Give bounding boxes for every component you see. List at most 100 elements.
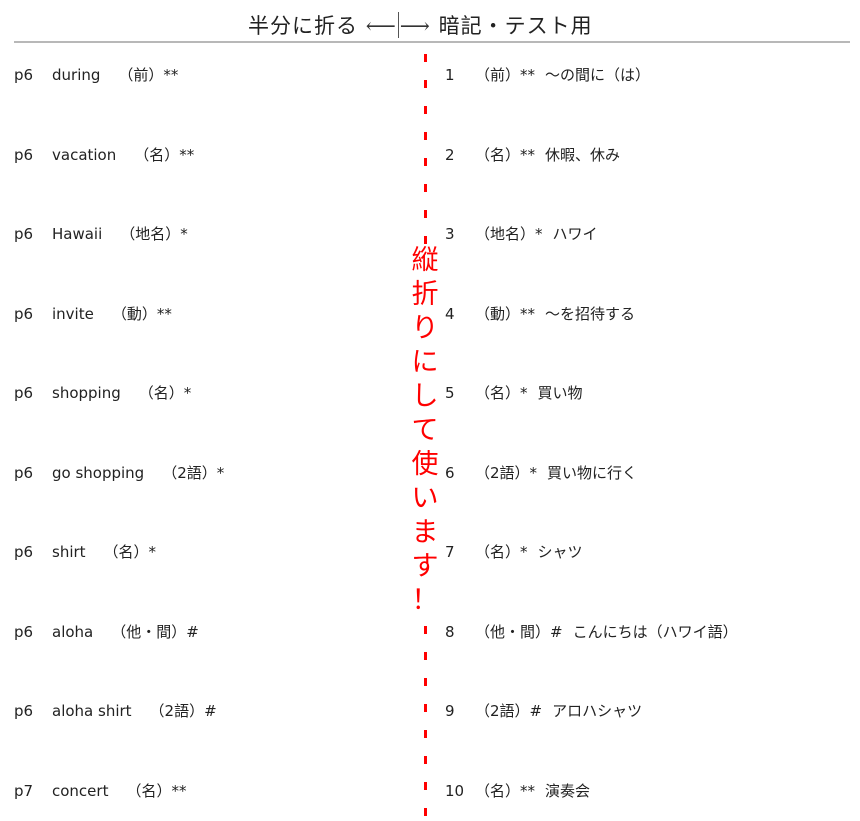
center-divider-mark <box>397 12 399 38</box>
fold-header: 半分に折る ⟵ ⟶ 暗記・テスト用 <box>0 6 860 40</box>
vocab-entry: p6 go shopping （2語）* <box>14 462 224 484</box>
fold-note-char: ま <box>411 517 439 548</box>
fold-instruction: 半分に折る ⟵ ⟶ 暗記・テスト用 <box>248 10 593 40</box>
left-arrow-icon: ⟵ <box>365 14 397 38</box>
fold-line-dash <box>424 158 427 166</box>
fold-note-char: ！ <box>411 585 439 616</box>
vocab-entry: p6 aloha shirt （2語）# <box>14 700 217 722</box>
vocab-entry: p7 concert （名）** <box>14 780 186 802</box>
meaning-entry: 3 （地名）* ハワイ <box>445 223 598 245</box>
entry-number: 2 <box>445 146 455 164</box>
header-divider <box>14 41 850 43</box>
meaning-entry: 10 （名）** 演奏会 <box>445 780 590 802</box>
page-ref: p6 <box>14 146 34 164</box>
english-word: shirt <box>52 543 86 561</box>
meaning-entry: 9 （2語）# アロハシャツ <box>445 700 642 722</box>
part-of-speech: （前）** <box>118 66 179 84</box>
entry-number: 4 <box>445 305 455 323</box>
part-of-speech: （2語）* <box>475 464 538 482</box>
fold-line-dash <box>424 184 427 192</box>
vocab-entry: p6 invite （動）** <box>14 303 172 325</box>
fold-note-char: り <box>411 313 439 344</box>
fold-note-char: て <box>411 415 439 446</box>
japanese-meaning: 演奏会 <box>545 782 591 800</box>
page-ref: p6 <box>14 384 34 402</box>
japanese-meaning: ～の間に（は） <box>545 66 651 84</box>
entry-number: 1 <box>445 66 455 84</box>
part-of-speech: （名）** <box>126 782 187 800</box>
fold-line-dash <box>424 730 427 738</box>
part-of-speech: （他・間）# <box>475 623 563 641</box>
entry-number: 8 <box>445 623 455 641</box>
fold-line-dash <box>424 808 427 816</box>
vocab-entry: p6 aloha （他・間）# <box>14 621 199 643</box>
page-ref: p7 <box>14 782 34 800</box>
meaning-entry: 2 （名）** 休暇、休み <box>445 144 620 166</box>
english-word: aloha shirt <box>52 702 132 720</box>
english-word: concert <box>52 782 109 800</box>
part-of-speech: （他・間）# <box>111 623 199 641</box>
fold-line-dash <box>424 80 427 88</box>
part-of-speech: （2語）# <box>475 702 543 720</box>
right-arrow-icon: ⟶ <box>399 14 431 38</box>
meaning-entry: 7 （名）* シャツ <box>445 541 583 563</box>
fold-line-dash <box>424 106 427 114</box>
english-word: vacation <box>52 146 117 164</box>
page-ref: p6 <box>14 623 34 641</box>
vocab-entry: p6 shirt （名）* <box>14 541 156 563</box>
part-of-speech: （動）** <box>475 305 536 323</box>
fold-note-char: し <box>411 381 439 412</box>
memorize-test-label: 暗記・テスト用 <box>438 14 593 38</box>
fold-line-dash <box>424 678 427 686</box>
entry-number: 7 <box>445 543 455 561</box>
fold-line-dash <box>424 704 427 712</box>
part-of-speech: （名）* <box>475 384 528 402</box>
entry-number: 6 <box>445 464 455 482</box>
part-of-speech: （名）** <box>475 782 536 800</box>
meaning-entry: 5 （名）* 買い物 <box>445 382 583 404</box>
part-of-speech: （動）** <box>111 305 172 323</box>
fold-line-dash <box>424 626 427 634</box>
fold-line-dash <box>424 210 427 218</box>
part-of-speech: （名）* <box>138 384 192 402</box>
meaning-entry: 6 （2語）* 買い物に行く <box>445 462 637 484</box>
fold-line-dash <box>424 54 427 62</box>
fold-note-char: い <box>411 483 439 514</box>
japanese-meaning: ～を招待する <box>545 305 636 323</box>
english-word: during <box>52 66 101 84</box>
japanese-meaning: シャツ <box>537 543 583 561</box>
japanese-meaning: 休暇、休み <box>545 146 621 164</box>
page-ref: p6 <box>14 225 34 243</box>
page-ref: p6 <box>14 702 34 720</box>
english-word: go shopping <box>52 464 145 482</box>
meaning-entry: 4 （動）** ～を招待する <box>445 303 635 325</box>
japanese-meaning: こんにちは（ハワイ語） <box>572 623 738 641</box>
fold-note-char: す <box>411 551 439 582</box>
vocab-entry: p6 shopping （名）* <box>14 382 191 404</box>
fold-line-dash <box>424 782 427 790</box>
vocab-entry: p6 during （前）** <box>14 64 178 86</box>
part-of-speech: （前）** <box>475 66 536 84</box>
fold-line-dash <box>424 236 427 244</box>
fold-note-char: に <box>411 347 439 378</box>
fold-line-dash <box>424 652 427 660</box>
part-of-speech: （名）* <box>103 543 157 561</box>
fold-note-char: 縦 <box>411 245 439 276</box>
vocab-entry: p6 Hawaii （地名）* <box>14 223 188 245</box>
part-of-speech: （地名）* <box>475 225 543 243</box>
part-of-speech: （名）** <box>475 146 536 164</box>
english-word: aloha <box>52 623 94 641</box>
part-of-speech: （地名）* <box>120 225 188 243</box>
page-ref: p6 <box>14 464 34 482</box>
japanese-meaning: ハワイ <box>552 225 598 243</box>
english-word: invite <box>52 305 94 323</box>
fold-note-vertical-text: 縦折りにして使います！ <box>408 244 442 618</box>
part-of-speech: （2語）# <box>149 702 217 720</box>
part-of-speech: （名）** <box>134 146 195 164</box>
part-of-speech: （2語）* <box>162 464 225 482</box>
page-ref: p6 <box>14 66 34 84</box>
vocab-entry: p6 vacation （名）** <box>14 144 194 166</box>
japanese-meaning: アロハシャツ <box>552 702 643 720</box>
fold-note-char: 折 <box>411 279 439 310</box>
entry-number: 10 <box>445 782 465 800</box>
